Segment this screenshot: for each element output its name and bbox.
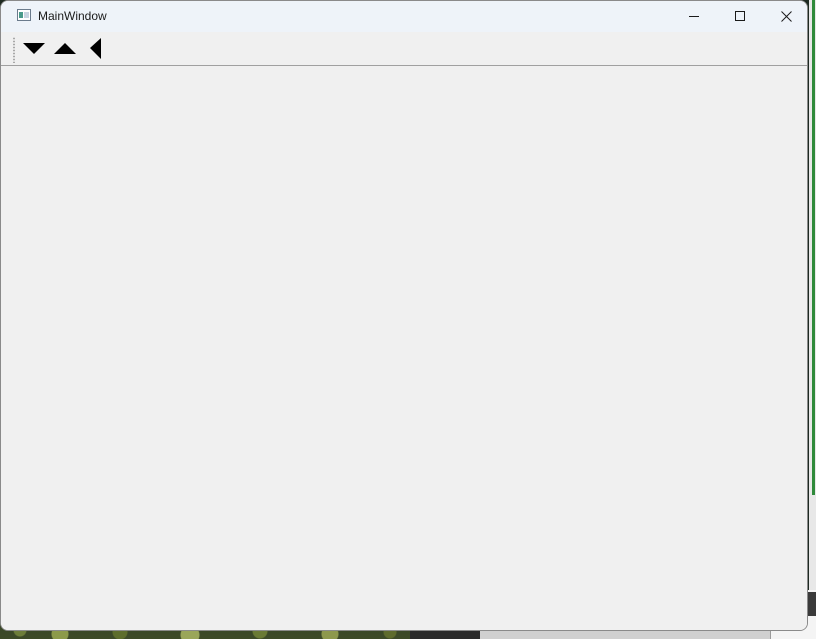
- main-window: MainWindow: [0, 0, 808, 631]
- maximize-button[interactable]: [717, 1, 763, 32]
- arrow-up-icon: [54, 43, 76, 54]
- arrow-down-icon: [23, 43, 45, 54]
- minimize-icon: [689, 16, 699, 17]
- minimize-button[interactable]: [671, 1, 717, 32]
- close-icon: [781, 11, 792, 22]
- close-button[interactable]: [763, 1, 807, 32]
- arrow-left-icon: [90, 38, 101, 59]
- app-window-icon[interactable]: [17, 9, 31, 21]
- arrow-left-button[interactable]: [83, 37, 109, 61]
- arrow-down-button[interactable]: [21, 37, 47, 61]
- toolbar: [1, 32, 807, 66]
- central-widget: [1, 66, 807, 630]
- maximize-icon: [735, 11, 745, 21]
- toolbar-grip-handle[interactable]: [13, 37, 15, 63]
- title-bar[interactable]: MainWindow: [1, 1, 807, 32]
- background-window-accent: [812, 0, 815, 495]
- window-title: MainWindow: [38, 9, 107, 23]
- background-corner-box: [808, 592, 816, 616]
- arrow-up-button[interactable]: [52, 37, 78, 61]
